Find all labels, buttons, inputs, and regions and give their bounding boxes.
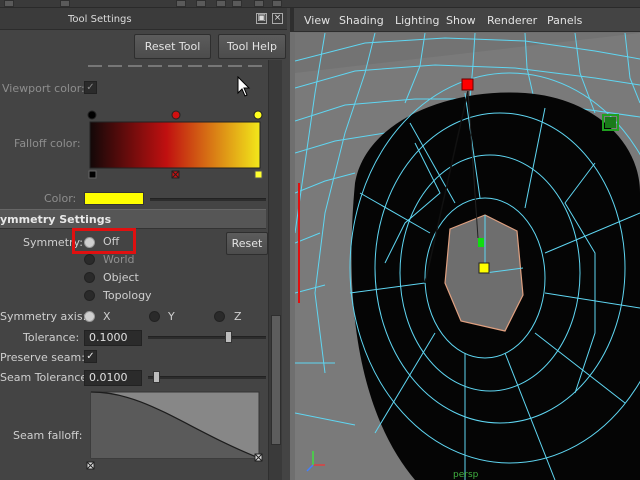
- seam-tolerance-slider[interactable]: [148, 376, 266, 379]
- symmetry-topology-radio[interactable]: [84, 290, 95, 301]
- seam-tolerance-label: Seam Tolerance:: [0, 371, 91, 384]
- panel-titlebar: Tool Settings ▣ ×: [0, 8, 287, 30]
- toolbar-icon[interactable]: [176, 0, 186, 7]
- menu-shading[interactable]: Shading: [339, 14, 384, 27]
- falloff-color-label: Falloff color:: [14, 137, 81, 150]
- symmetry-object-label: Object: [103, 271, 139, 284]
- mesh-view[interactable]: persp: [295, 33, 640, 480]
- menu-renderer[interactable]: Renderer: [487, 14, 537, 27]
- axis-y-radio[interactable]: [149, 311, 160, 322]
- viewport-color-label: Viewport color:: [2, 82, 85, 95]
- menu-panels[interactable]: Panels: [547, 14, 582, 27]
- divider: [88, 65, 268, 67]
- reset-tool-button[interactable]: Reset Tool: [134, 34, 211, 59]
- reset-button[interactable]: Reset: [226, 232, 268, 255]
- menu-show[interactable]: Show: [446, 14, 476, 27]
- preserve-seam-label: Preserve seam:: [0, 351, 85, 364]
- toolbar-icon[interactable]: [254, 0, 264, 7]
- falloff-color-ramp[interactable]: [84, 108, 268, 186]
- viewport-color-checkbox[interactable]: ✓: [84, 81, 97, 94]
- axis-z-radio[interactable]: [214, 311, 225, 322]
- highlight-box: [72, 228, 136, 254]
- tolerance-slider-thumb[interactable]: [225, 331, 232, 343]
- preserve-seam-checkbox[interactable]: ✓: [84, 350, 97, 363]
- symmetry-world-radio[interactable]: [84, 254, 95, 265]
- tool-help-button[interactable]: Tool Help: [218, 34, 286, 59]
- axis-y-label: Y: [168, 310, 175, 323]
- float-window-icon[interactable]: ▣: [256, 13, 267, 24]
- seam-tolerance-field[interactable]: 0.0100: [84, 370, 142, 386]
- manipulator-handle[interactable]: [478, 262, 490, 274]
- symmetry-topology-label: Topology: [103, 289, 152, 302]
- color-slider[interactable]: [150, 198, 266, 201]
- toolbar-icon[interactable]: [4, 0, 14, 7]
- toolbar-icon[interactable]: [60, 0, 70, 7]
- symmetry-settings-header[interactable]: ymmetry Settings: [0, 209, 266, 229]
- panel-title: Tool Settings: [68, 14, 132, 25]
- ramp-marker[interactable]: [171, 110, 181, 120]
- ramp-handle[interactable]: [254, 170, 263, 179]
- camera-label: persp: [453, 470, 479, 480]
- toolbar-icon[interactable]: [232, 0, 242, 7]
- toolbar-icon[interactable]: [196, 0, 206, 7]
- tolerance-field[interactable]: 0.1000: [84, 330, 142, 346]
- symmetry-world-label: World: [103, 253, 135, 266]
- scrollbar-thumb[interactable]: [271, 315, 281, 445]
- toolbar-icon[interactable]: [216, 0, 226, 7]
- seam-tolerance-slider-thumb[interactable]: [153, 371, 160, 383]
- symmetry-axis-label: Symmetry axis:: [0, 310, 87, 323]
- ramp-marker[interactable]: [253, 110, 263, 120]
- color-label: Color:: [44, 192, 77, 205]
- seam-falloff-label: Seam falloff:: [13, 429, 83, 442]
- close-icon[interactable]: ×: [272, 13, 283, 24]
- axis-x-radio[interactable]: [84, 311, 95, 322]
- viewport-menubar: View Shading Lighting Show Renderer Pane…: [290, 8, 640, 32]
- symmetry-object-radio[interactable]: [84, 272, 95, 283]
- ramp-handle[interactable]: [88, 170, 97, 179]
- manipulator-center[interactable]: [478, 238, 484, 247]
- top-toolbar-strip: [0, 0, 640, 8]
- mouse-cursor-icon: [237, 76, 251, 97]
- panel-scrollbar[interactable]: [268, 60, 282, 480]
- 3d-viewport[interactable]: View Shading Lighting Show Renderer Pane…: [290, 8, 640, 480]
- axis-z-label: Z: [234, 310, 242, 323]
- menu-view[interactable]: View: [304, 14, 330, 27]
- ramp-marker[interactable]: [87, 110, 97, 120]
- tolerance-slider[interactable]: [148, 336, 266, 339]
- section-title: ymmetry Settings: [0, 213, 112, 226]
- tolerance-label: Tolerance:: [23, 331, 80, 344]
- seam-falloff-curve[interactable]: [86, 389, 268, 480]
- toolbar-icon[interactable]: [272, 0, 282, 7]
- menu-lighting[interactable]: Lighting: [395, 14, 439, 27]
- manipulator-red-handle[interactable]: [461, 78, 474, 91]
- color-swatch[interactable]: [84, 192, 144, 205]
- axis-x-label: X: [103, 310, 111, 323]
